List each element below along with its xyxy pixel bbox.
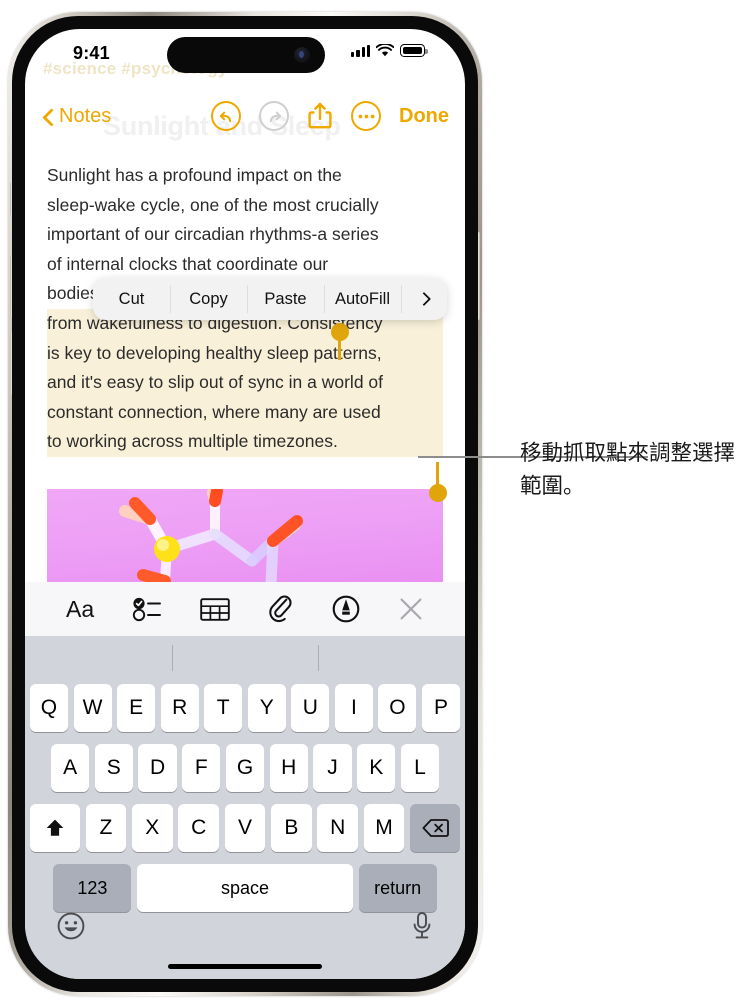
keyboard-row-3: Z X C V B N M <box>30 804 460 852</box>
context-menu-copy[interactable]: Copy <box>170 278 247 320</box>
battery-full-icon <box>400 44 428 57</box>
key-l[interactable]: L <box>400 744 440 792</box>
keyboard-row-1: Q W E R T Y U I O P <box>29 684 461 732</box>
wifi-icon <box>376 44 394 57</box>
phone-frame: #science #psychology Sunlight and Sleep … <box>8 12 482 996</box>
microphone-icon[interactable] <box>411 911 433 941</box>
chevron-right-icon <box>416 291 432 307</box>
key-o[interactable]: O <box>378 684 417 732</box>
context-menu-cut[interactable]: Cut <box>93 278 170 320</box>
chevron-left-icon <box>43 108 54 126</box>
prediction-slot[interactable] <box>171 636 319 680</box>
checklist-icon[interactable] <box>132 596 162 622</box>
note-line-selected: is key to developing healthy sleep patte… <box>47 338 443 369</box>
key-u[interactable]: U <box>291 684 330 732</box>
markup-pen-icon[interactable] <box>332 595 360 623</box>
phone-screen: #science #psychology Sunlight and Sleep … <box>25 29 465 979</box>
undo-icon[interactable] <box>211 101 241 131</box>
key-m[interactable]: M <box>363 804 405 852</box>
key-r[interactable]: R <box>160 684 199 732</box>
keyboard-bottom-bar <box>25 903 465 949</box>
annotation-text: 移動抓取點來調整選擇範圍。 <box>520 441 736 499</box>
paperclip-attach-icon[interactable] <box>268 595 294 623</box>
note-line: important of our circadian rhythms-a ser… <box>47 224 379 245</box>
key-c[interactable]: C <box>178 804 220 852</box>
handle-bar <box>338 332 342 360</box>
note-text-body[interactable]: Sunlight has a profound impact on the sl… <box>25 147 465 567</box>
dynamic-island <box>167 37 325 73</box>
key-z[interactable]: Z <box>85 804 127 852</box>
key-q[interactable]: Q <box>29 684 68 732</box>
handle-knob <box>429 484 447 502</box>
key-y[interactable]: Y <box>247 684 286 732</box>
key-n[interactable]: N <box>317 804 359 852</box>
note-line: sleep-wake cycle, one of the most crucia… <box>47 194 379 215</box>
emoji-smiley-icon[interactable] <box>57 912 85 940</box>
context-menu-more-button[interactable] <box>401 278 447 320</box>
key-s[interactable]: S <box>94 744 133 792</box>
key-d[interactable]: D <box>138 744 177 792</box>
delete-backspace-icon <box>422 819 449 837</box>
key-g[interactable]: G <box>225 744 265 792</box>
phone-bezel: #science #psychology Sunlight and Sleep … <box>12 16 478 992</box>
key-p[interactable]: P <box>422 684 461 732</box>
key-k[interactable]: K <box>357 744 396 792</box>
note-line-selected: to working across multiple timezones. <box>47 427 443 457</box>
delete-key[interactable] <box>410 804 460 852</box>
cellular-signal-icon <box>351 44 370 57</box>
navigation-bar: Notes Done <box>25 101 465 147</box>
prediction-slot[interactable] <box>318 636 465 680</box>
screenshot-root: #science #psychology Sunlight and Sleep … <box>0 0 755 1008</box>
note-line-selected: and it's easy to slip out of sync in a w… <box>47 368 443 398</box>
close-x-icon[interactable] <box>398 596 424 622</box>
home-indicator <box>168 963 322 969</box>
key-x[interactable]: X <box>131 804 173 852</box>
note-line-selected: constant connection, where many are used <box>47 397 443 428</box>
key-i[interactable]: I <box>334 684 373 732</box>
context-menu-autofill[interactable]: AutoFill <box>324 278 401 320</box>
shift-key[interactable] <box>30 804 80 852</box>
done-button[interactable]: Done <box>399 105 449 128</box>
onscreen-keyboard: Q W E R T Y U I O P A S D F G H J K L Z … <box>25 636 465 979</box>
key-e[interactable]: E <box>117 684 156 732</box>
keyboard-row-2: A S D F G H J K L <box>51 744 440 792</box>
text-context-menu: Cut Copy Paste AutoFill <box>93 278 447 320</box>
front-camera-icon <box>294 47 310 63</box>
aa-label: Aa <box>65 595 95 622</box>
key-t[interactable]: T <box>204 684 243 732</box>
back-to-notes-button[interactable]: Notes <box>43 105 111 128</box>
redo-icon[interactable] <box>259 101 289 131</box>
predictive-text-bar <box>25 636 465 680</box>
key-f[interactable]: F <box>182 744 221 792</box>
status-bar: 9:41 <box>25 29 465 83</box>
format-toolbar: Aa <box>25 582 465 636</box>
status-indicators <box>351 44 428 57</box>
text-format-aa-icon[interactable]: Aa <box>66 596 94 623</box>
key-b[interactable]: B <box>270 804 312 852</box>
note-line: of internal clocks that coordinate our <box>47 253 329 274</box>
note-line: Sunlight has a profound impact on the <box>47 165 342 185</box>
status-time: 9:41 <box>73 43 110 63</box>
key-a[interactable]: A <box>51 744 90 792</box>
shift-arrow-icon <box>46 819 64 836</box>
prediction-slot[interactable] <box>25 636 172 680</box>
table-icon[interactable] <box>200 597 230 622</box>
share-icon[interactable] <box>307 101 333 131</box>
key-h[interactable]: H <box>269 744 308 792</box>
context-menu-paste[interactable]: Paste <box>247 278 324 320</box>
key-j[interactable]: J <box>313 744 352 792</box>
key-v[interactable]: V <box>224 804 266 852</box>
nav-actions: Done <box>211 101 449 131</box>
more-ellipsis-icon[interactable] <box>351 101 381 131</box>
back-label: Notes <box>59 105 112 127</box>
key-w[interactable]: W <box>73 684 112 732</box>
